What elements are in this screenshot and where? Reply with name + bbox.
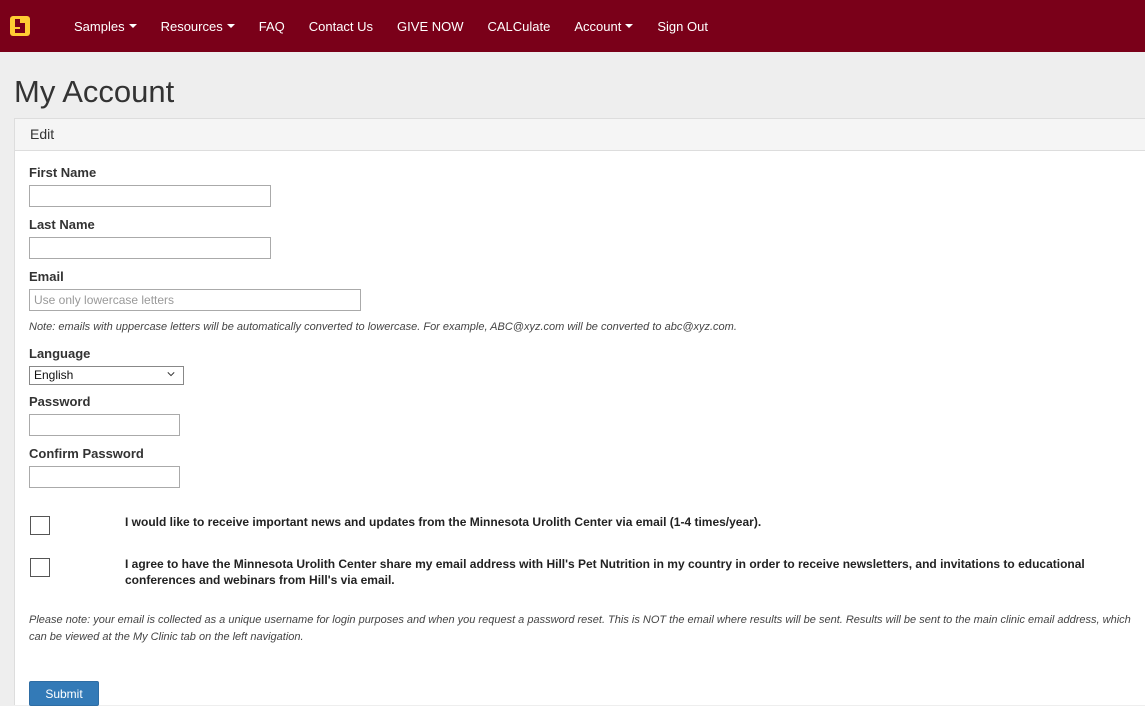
language-label: Language (29, 346, 91, 361)
email-note: Note: emails with uppercase letters will… (29, 321, 737, 333)
nav-item-contact-us[interactable]: Contact Us (297, 0, 385, 52)
nav-item-label: Resources (160, 18, 223, 34)
last-name-label: Last Name (29, 217, 95, 232)
nav-item-label: Samples (74, 18, 125, 34)
password-input[interactable] (29, 414, 180, 436)
nav-item-account[interactable]: Account (562, 0, 645, 52)
nav-item-resources[interactable]: Resources (149, 0, 247, 52)
nav-item-give-now[interactable]: GIVE NOW (385, 0, 475, 52)
page-title: My Account (14, 74, 175, 109)
nav-item-sign-out[interactable]: Sign Out (645, 0, 720, 52)
nav-item-label: CALCulate (487, 18, 551, 34)
nav-item-label: Contact Us (308, 18, 374, 34)
top-navbar: Samples Resources FAQ Contact Us GIVE NO… (0, 0, 1145, 52)
privacy-note: Please note: your email is collected as … (29, 614, 1131, 643)
news-consent-checkbox[interactable] (30, 516, 50, 535)
caret-down-icon (226, 24, 235, 28)
news-consent-text: I would like to receive important news a… (125, 515, 762, 529)
language-select[interactable]: English (29, 366, 184, 385)
panel-heading: Edit (15, 119, 1145, 151)
nav-item-faq[interactable]: FAQ (247, 0, 297, 52)
last-name-input[interactable] (29, 237, 271, 259)
confirm-password-input[interactable] (29, 466, 180, 488)
email-input[interactable] (29, 289, 361, 311)
nav-item-label: Account (574, 18, 622, 34)
share-consent-checkbox[interactable] (30, 558, 50, 577)
nav-item-samples[interactable]: Samples (62, 0, 149, 52)
first-name-input[interactable] (29, 185, 271, 207)
password-label: Password (29, 394, 91, 409)
nav-item-calculate[interactable]: CALCulate (476, 0, 563, 52)
nav-item-label: Sign Out (657, 18, 708, 34)
email-label: Email (29, 269, 64, 284)
share-consent-text: I agree to have the Minnesota Urolith Ce… (125, 557, 1085, 587)
first-name-label: First Name (29, 165, 97, 180)
chevron-down-icon (167, 372, 175, 377)
language-selected-value: English (34, 368, 74, 382)
submit-button[interactable]: Submit (29, 681, 99, 706)
home-logo-icon[interactable] (10, 16, 30, 36)
nav-menu: Samples Resources FAQ Contact Us GIVE NO… (62, 0, 720, 52)
nav-item-label: GIVE NOW (397, 18, 464, 34)
nav-item-label: FAQ (258, 18, 285, 34)
caret-down-icon (625, 24, 634, 28)
confirm-password-label: Confirm Password (29, 446, 144, 461)
caret-down-icon (128, 24, 137, 28)
